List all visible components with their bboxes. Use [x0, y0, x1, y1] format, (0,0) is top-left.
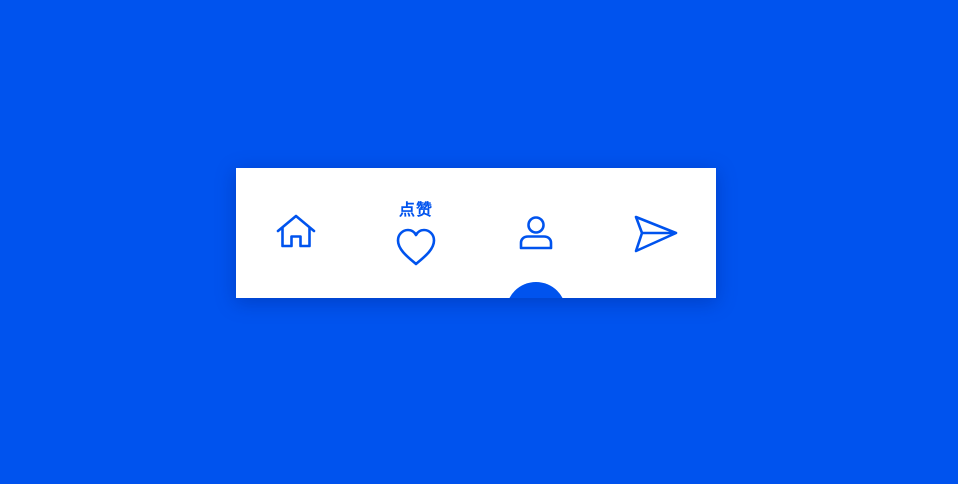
tab-send[interactable]	[596, 168, 716, 298]
page-background: 点赞	[0, 0, 958, 484]
user-icon	[518, 215, 554, 251]
tab-home[interactable]	[236, 168, 356, 298]
tab-like-label: 点赞	[398, 200, 433, 219]
tab-profile[interactable]	[476, 168, 596, 298]
bottom-tab-bar: 点赞	[236, 168, 716, 298]
heart-icon	[395, 227, 437, 267]
home-icon	[275, 213, 317, 249]
tab-like[interactable]: 点赞	[356, 168, 566, 298]
send-icon	[633, 214, 679, 254]
